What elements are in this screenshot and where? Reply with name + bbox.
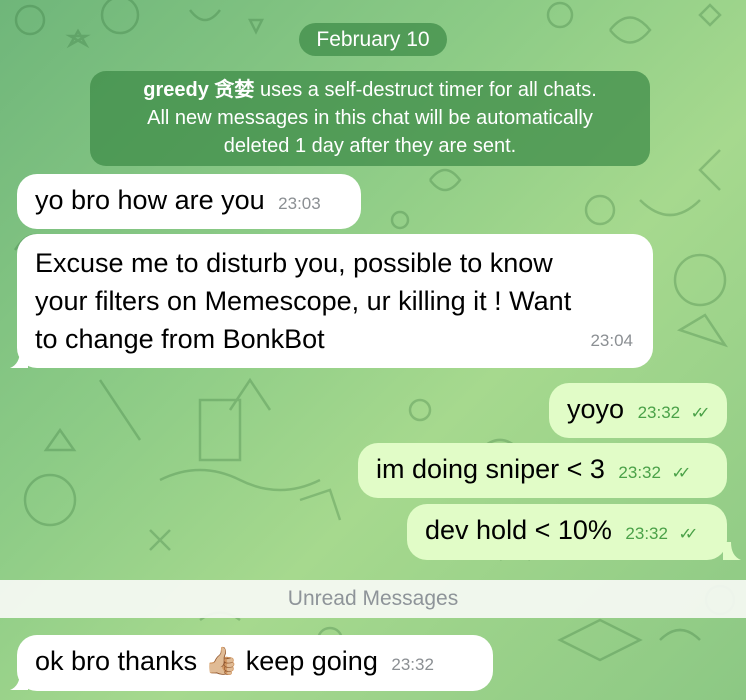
date-separator: February 10 [299,23,447,56]
double-check-icon: ✓✓ [671,465,691,482]
message-text-line3: to change from BonkBot [35,324,325,354]
message-text: yo bro how are you [35,185,265,215]
incoming-message[interactable]: Excuse me to disturb you, possible to kn… [17,234,653,368]
service-sender-name[interactable]: greedy 贪婪 [143,79,254,101]
service-text-line3: deleted 1 day after they are sent. [223,135,517,157]
outgoing-message[interactable]: yoyo 23:32 ✓✓ [549,383,727,438]
message-time: 23:32 [625,524,668,543]
message-time: 23:32 [618,463,661,482]
outgoing-message[interactable]: dev hold < 10% 23:32 ✓✓ [407,504,727,560]
unread-messages-divider: Unread Messages [0,580,746,618]
message-text-after: keep going [238,646,378,676]
message-text: im doing sniper < 3 [376,454,605,484]
outgoing-message[interactable]: im doing sniper < 3 23:32 ✓✓ [358,443,727,498]
message-time: 23:04 [590,331,633,350]
date-separator-label: February 10 [316,27,430,51]
service-text-line2: All new messages in this chat will be au… [147,107,593,129]
thumbs-up-emoji: 👍🏼 [204,646,239,676]
message-time: 23:32 [391,655,434,674]
bubble-tail-icon [10,672,28,690]
message-text: yoyo [567,394,625,424]
message-text-line1: Excuse me to disturb you, possible to kn… [35,248,553,278]
service-text-line1: uses a self-destruct timer for all chats… [254,79,597,101]
message-text-line2: your filters on Memescope, ur killing it… [35,286,572,316]
message-time: 23:32 [637,403,681,422]
double-check-icon: ✓✓ [690,405,711,422]
double-check-icon: ✓✓ [678,526,698,543]
message-text: dev hold < 10% [425,515,612,545]
bubble-tail-icon [723,542,741,560]
incoming-message[interactable]: ok bro thanks 👍🏼 keep going 23:32 [17,635,493,691]
message-text-before: ok bro thanks [35,646,205,676]
unread-divider-label: Unread Messages [287,587,459,610]
self-destruct-timer-notice: greedy 贪婪 uses a self-destruct timer for… [90,71,650,166]
bubble-tail-icon [10,350,28,368]
message-time: 23:03 [278,194,321,213]
incoming-message[interactable]: yo bro how are you 23:03 [17,174,361,229]
